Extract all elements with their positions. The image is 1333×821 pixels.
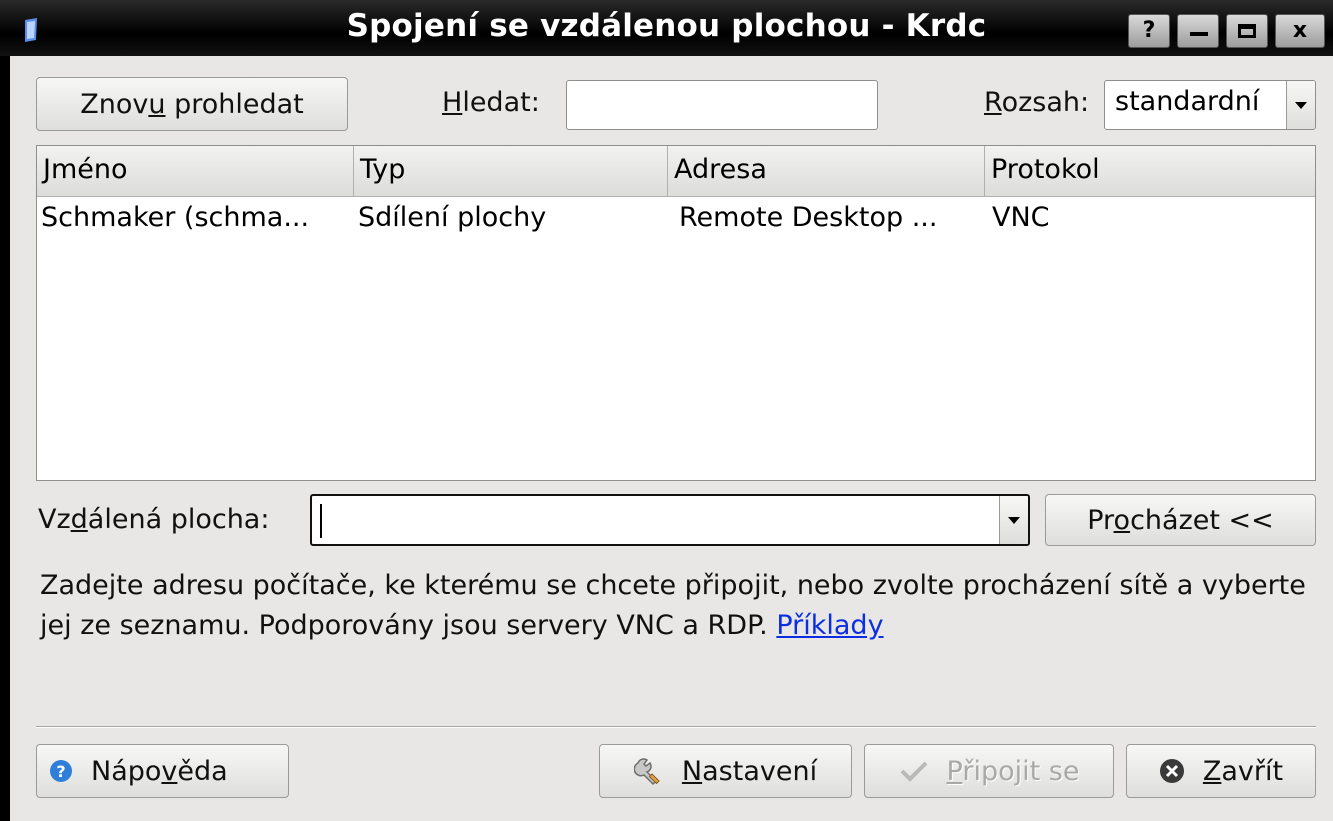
help-button[interactable]: ? Nápověda [36, 744, 289, 798]
help-window-button[interactable]: ? [1128, 14, 1170, 48]
column-header-type[interactable]: Typ [354, 146, 668, 196]
help-label: Nápověda [91, 755, 228, 787]
question-icon: ? [1142, 18, 1156, 43]
separator-line [36, 726, 1316, 728]
search-input[interactable] [566, 80, 878, 130]
cell-name: Schmaker (schma... [41, 202, 310, 233]
maximize-icon [1238, 24, 1256, 38]
help-icon: ? [50, 760, 72, 782]
remote-history-dropdown[interactable] [999, 496, 1028, 544]
column-header-protocol[interactable]: Protokol [985, 146, 1315, 196]
minimize-icon [1190, 32, 1208, 36]
settings-label: Nastavení [681, 755, 818, 787]
checkmark-icon [900, 761, 927, 782]
text-cursor [320, 504, 322, 538]
wrench-icon [633, 758, 660, 786]
close-circle-icon [1159, 759, 1184, 783]
cell-protocol: VNC [992, 202, 1050, 233]
rescan-label: Znovu prohledat [80, 88, 304, 120]
scope-dropdown-button[interactable] [1286, 81, 1315, 129]
connect-button[interactable]: Připojit se [864, 744, 1114, 798]
svg-text:?: ? [56, 762, 65, 781]
examples-link[interactable]: Příklady [776, 610, 883, 641]
remote-desktop-input[interactable] [310, 494, 1030, 546]
chevron-down-icon [1295, 101, 1307, 109]
cell-type: Sdílení plochy [358, 202, 547, 233]
maximize-button[interactable] [1226, 14, 1268, 48]
column-header-address[interactable]: Adresa [668, 146, 985, 196]
remote-desktop-label: Vzdálená plocha: [38, 504, 270, 535]
search-label: Hledat: [442, 87, 540, 118]
table-row[interactable]: Schmaker (schma... Sdílení plochy Remote… [37, 197, 1315, 239]
connect-label: Připojit se [946, 755, 1080, 787]
close-label: Zavřít [1202, 755, 1284, 787]
close-button[interactable]: Zavřít [1126, 744, 1316, 798]
scope-value: standardní [1115, 86, 1260, 117]
rescan-button[interactable]: Znovu prohledat [36, 77, 348, 131]
list-header: Jméno Typ Adresa Protokol [37, 146, 1315, 197]
browse-label: Procházet << [1087, 504, 1274, 536]
title-bar[interactable]: Spojení se vzdálenou plochou - Krdc ? x [0, 0, 1333, 56]
column-header-name[interactable]: Jméno [37, 146, 354, 196]
scope-label: Rozsah: [984, 87, 1090, 118]
browse-button[interactable]: Procházet << [1045, 494, 1316, 546]
window-frame-border [0, 56, 10, 821]
description-text: Zadejte adresu počítače, ke kterému se c… [40, 570, 1306, 641]
cell-address: Remote Desktop ... [679, 202, 938, 233]
settings-button[interactable]: Nastavení [599, 744, 852, 798]
scope-select[interactable]: standardní [1104, 80, 1316, 130]
minimize-button[interactable] [1177, 14, 1219, 48]
hosts-list[interactable]: Jméno Typ Adresa Protokol Schmaker (schm… [36, 145, 1316, 481]
chevron-down-icon [1008, 516, 1020, 524]
close-icon: x [1292, 18, 1308, 43]
close-window-button[interactable]: x [1275, 14, 1325, 48]
